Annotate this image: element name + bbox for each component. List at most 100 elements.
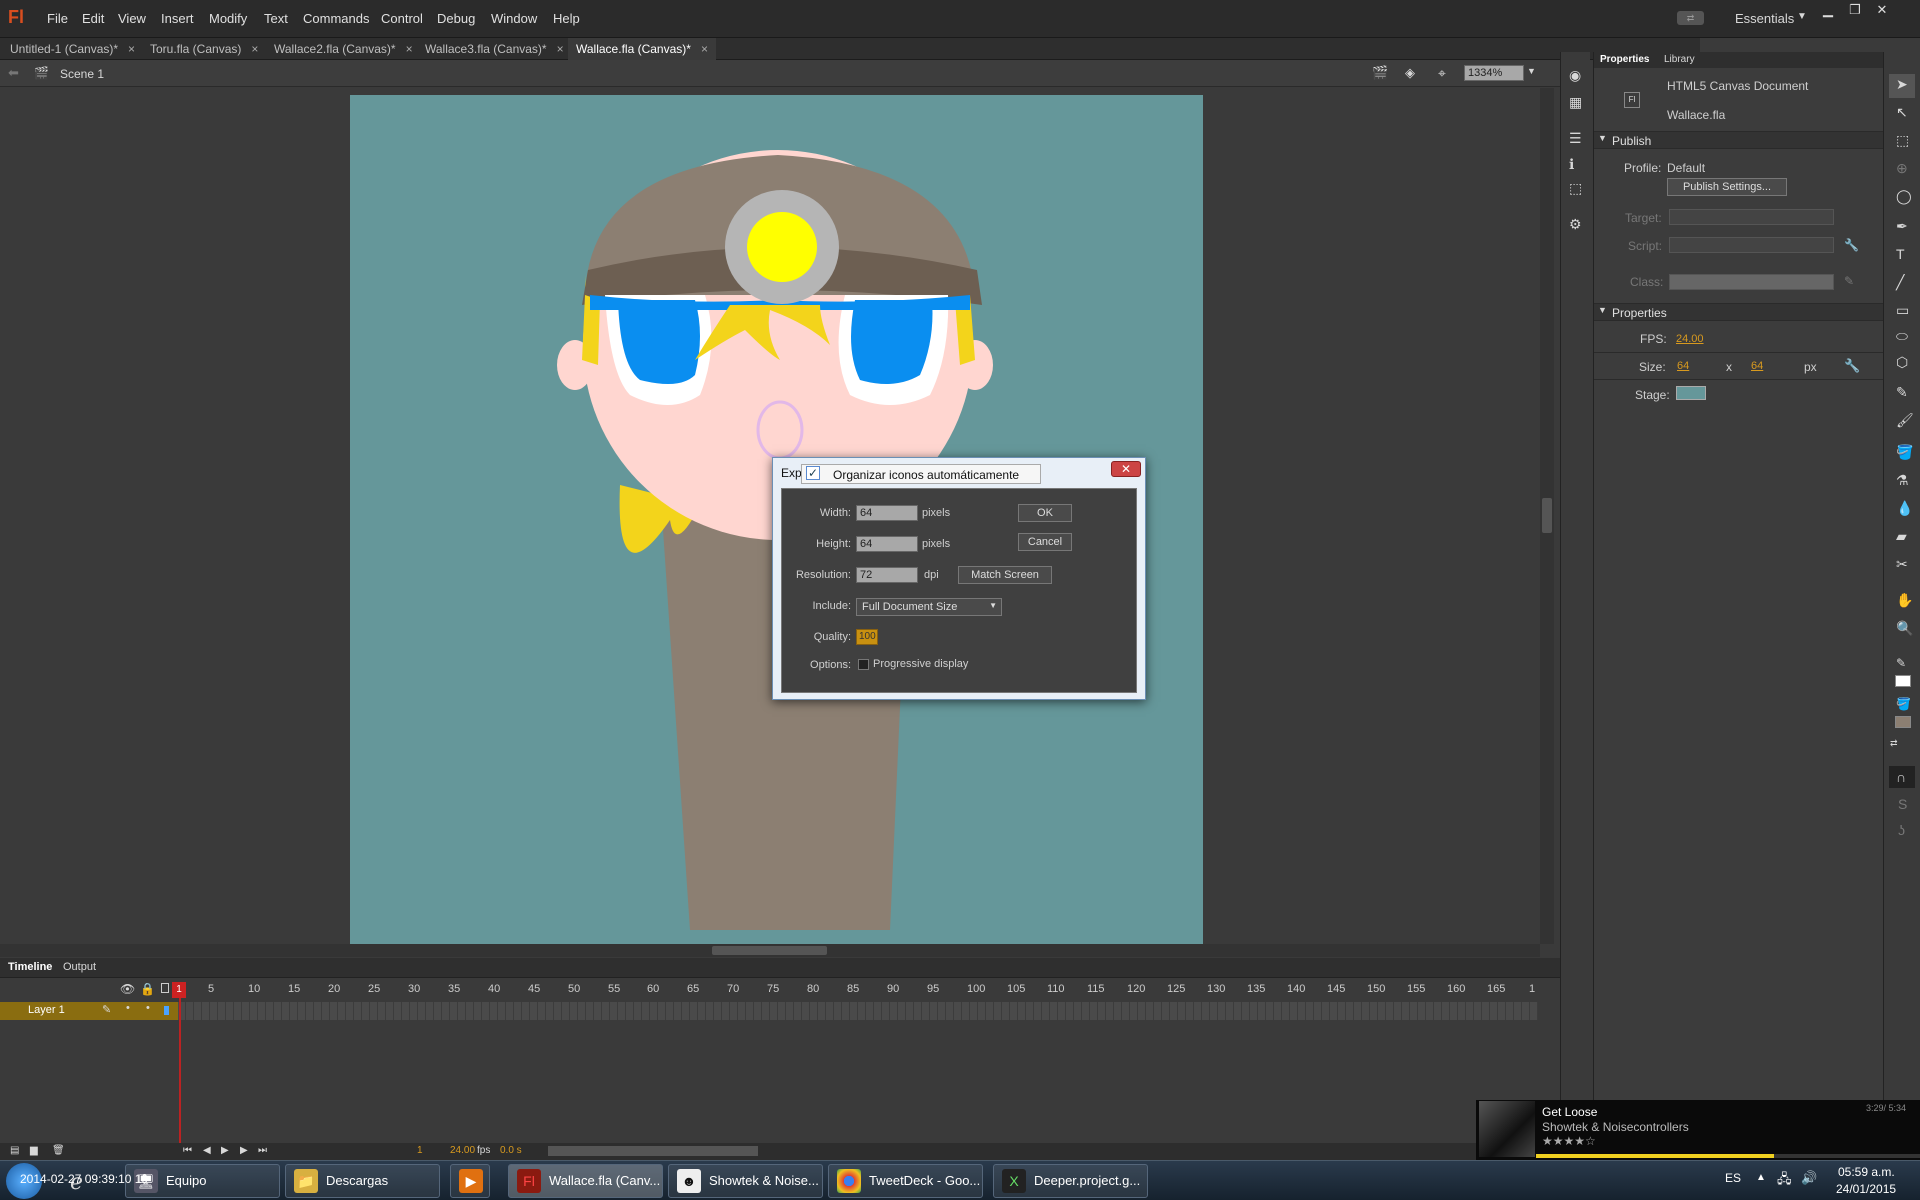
info-icon[interactable]: ℹ bbox=[1569, 156, 1574, 173]
menu-commands[interactable]: Commands bbox=[303, 11, 369, 26]
pencil-tool-icon[interactable]: ✎ bbox=[1896, 384, 1908, 401]
bone-tool-icon[interactable]: ✂ bbox=[1896, 556, 1908, 573]
menu-edit[interactable]: Edit bbox=[82, 11, 104, 26]
height-input[interactable]: 64 bbox=[856, 536, 918, 552]
ink-bottle-icon[interactable]: ⚗ bbox=[1896, 472, 1909, 489]
taskbar-item-chrome[interactable]: TweetDeck - Goo... bbox=[828, 1164, 983, 1198]
visibility-dot[interactable]: • bbox=[126, 1002, 130, 1014]
brush-tool-icon[interactable]: 🖌 bbox=[1896, 412, 1914, 429]
straighten-icon[interactable]: ʖ bbox=[1898, 822, 1905, 838]
tray-expand-icon[interactable]: ▲ bbox=[1756, 1172, 1766, 1183]
stroke-color-swatch[interactable] bbox=[1895, 675, 1911, 687]
components-icon[interactable]: ⚙ bbox=[1569, 216, 1582, 233]
snap-magnet-icon[interactable]: ∩ bbox=[1896, 769, 1906, 785]
close-icon[interactable]: ✕ bbox=[1872, 2, 1892, 18]
paint-bucket-icon[interactable]: 🪣 bbox=[1896, 444, 1913, 461]
workspace-switcher[interactable]: Essentials bbox=[1735, 11, 1794, 26]
menu-text[interactable]: Text bbox=[264, 11, 288, 26]
sync-settings-icon[interactable]: ⇄ bbox=[1677, 11, 1704, 25]
width-value[interactable]: 64 bbox=[1677, 360, 1689, 372]
media-notification[interactable]: Get Loose Showtek & Noisecontrollers ★★★… bbox=[1476, 1100, 1920, 1160]
fill-color-swatch[interactable] bbox=[1895, 716, 1911, 728]
tab-timeline[interactable]: Timeline bbox=[8, 961, 52, 973]
pen-tool-icon[interactable]: ✒ bbox=[1896, 218, 1908, 235]
align-icon[interactable]: ☰ bbox=[1569, 130, 1582, 147]
menu-file[interactable]: File bbox=[47, 11, 68, 26]
restore-icon[interactable]: ❐ bbox=[1845, 2, 1865, 18]
timeline-hscroll[interactable] bbox=[548, 1146, 758, 1156]
target-select[interactable] bbox=[1669, 209, 1834, 225]
scroll-thumb[interactable] bbox=[712, 946, 827, 955]
tab-library[interactable]: Library bbox=[1664, 54, 1695, 65]
lock-dot[interactable]: • bbox=[146, 1002, 150, 1014]
menu-control[interactable]: Control bbox=[381, 11, 423, 26]
taskbar-item-music[interactable]: ☻ Showtek & Noise... bbox=[668, 1164, 823, 1198]
wrench-icon[interactable]: 🔧 bbox=[1844, 238, 1859, 252]
last-frame-icon[interactable]: ⏭ bbox=[258, 1145, 267, 1156]
zoom-field[interactable]: 1334% bbox=[1464, 65, 1524, 81]
menu-modify[interactable]: Modify bbox=[209, 11, 247, 26]
center-stage-icon[interactable]: ⌖ bbox=[1438, 65, 1446, 82]
menu-debug[interactable]: Debug bbox=[437, 11, 475, 26]
playhead-frame-label[interactable]: 1 bbox=[172, 982, 186, 998]
tab-wallace3[interactable]: Wallace3.fla (Canvas)* × bbox=[417, 38, 572, 60]
selection-tool-icon[interactable]: ➤ bbox=[1896, 76, 1908, 93]
wrench-icon[interactable]: 🔧 bbox=[1844, 358, 1860, 374]
stroke-color-icon[interactable]: ✎ bbox=[1896, 656, 1906, 670]
language-indicator[interactable]: ES bbox=[1725, 1171, 1741, 1185]
close-icon[interactable]: × bbox=[701, 42, 708, 56]
horizontal-scrollbar[interactable] bbox=[0, 944, 1540, 957]
edit-icon[interactable]: ✎ bbox=[1844, 274, 1854, 288]
width-input[interactable]: 64 bbox=[856, 505, 918, 521]
network-icon[interactable]: 🖧 bbox=[1777, 1170, 1792, 1192]
first-frame-icon[interactable]: ⏮ bbox=[183, 1145, 192, 1156]
step-back-icon[interactable]: ◀ bbox=[203, 1145, 211, 1156]
clock-time[interactable]: 05:59 a.m. bbox=[1838, 1165, 1895, 1179]
script-select[interactable] bbox=[1669, 237, 1834, 253]
tab-properties[interactable]: Properties bbox=[1600, 54, 1649, 65]
chevron-down-icon[interactable]: ▼ bbox=[1797, 11, 1807, 22]
chevron-down-icon[interactable]: ▼ bbox=[1598, 305, 1607, 315]
publish-section-header[interactable]: Publish bbox=[1594, 131, 1884, 149]
menu-view[interactable]: View bbox=[118, 11, 146, 26]
progress-track[interactable] bbox=[1536, 1154, 1920, 1158]
volume-icon[interactable]: 🔊 bbox=[1801, 1170, 1817, 1186]
tab-untitled-1[interactable]: Untitled-1 (Canvas)* × bbox=[2, 38, 143, 60]
eraser-icon[interactable]: ▰ bbox=[1896, 528, 1907, 545]
frames-row[interactable] bbox=[178, 1002, 1538, 1020]
new-layer-icon[interactable]: ▤ bbox=[10, 1145, 19, 1156]
close-icon[interactable]: × bbox=[128, 42, 135, 56]
3d-rotation-icon[interactable]: ⊕ bbox=[1896, 160, 1908, 177]
properties-section-header[interactable]: Properties bbox=[1594, 303, 1884, 321]
eye-icon[interactable]: 👁 bbox=[120, 982, 135, 996]
hand-tool-icon[interactable]: ✋ bbox=[1896, 592, 1913, 609]
text-tool-icon[interactable]: T bbox=[1896, 246, 1905, 262]
grid-icon[interactable]: ▦ bbox=[1569, 94, 1582, 111]
match-screen-button[interactable]: Match Screen bbox=[958, 566, 1052, 584]
chevron-down-icon[interactable]: ▼ bbox=[1527, 66, 1536, 76]
publish-settings-button[interactable]: Publish Settings... bbox=[1667, 178, 1787, 196]
close-icon[interactable]: ✕ bbox=[1111, 461, 1141, 477]
class-field[interactable] bbox=[1669, 274, 1834, 290]
edit-symbol-icon[interactable]: ◈ bbox=[1405, 65, 1415, 81]
fps-value[interactable]: 24.00 bbox=[1676, 333, 1704, 345]
taskbar-item-flash[interactable]: Fl Wallace.fla (Canv... bbox=[508, 1164, 663, 1198]
layer-name[interactable]: Layer 1 bbox=[28, 1004, 65, 1016]
motion-editor-icon[interactable]: ◉ bbox=[1569, 67, 1581, 84]
cancel-button[interactable]: Cancel bbox=[1018, 533, 1072, 551]
ok-button[interactable]: OK bbox=[1018, 504, 1072, 522]
taskbar-item-media-player[interactable]: ▶ bbox=[450, 1164, 490, 1198]
outline-icon[interactable] bbox=[161, 983, 169, 993]
free-transform-icon[interactable]: ⬚ bbox=[1896, 132, 1909, 149]
step-forward-icon[interactable]: ▶ bbox=[240, 1145, 248, 1156]
lock-icon[interactable]: 🔒 bbox=[140, 982, 155, 996]
close-icon[interactable]: × bbox=[406, 42, 413, 56]
new-folder-icon[interactable]: ▆ bbox=[30, 1145, 38, 1156]
height-value[interactable]: 64 bbox=[1751, 360, 1763, 372]
include-select[interactable]: Full Document Size ▼ bbox=[856, 598, 1002, 616]
delete-icon[interactable]: 🗑 bbox=[52, 1145, 65, 1156]
close-icon[interactable]: × bbox=[557, 42, 564, 56]
vertical-scrollbar[interactable] bbox=[1540, 88, 1554, 944]
current-frame[interactable]: 1 bbox=[417, 1145, 423, 1156]
fps-value[interactable]: 24.00 bbox=[450, 1145, 475, 1156]
